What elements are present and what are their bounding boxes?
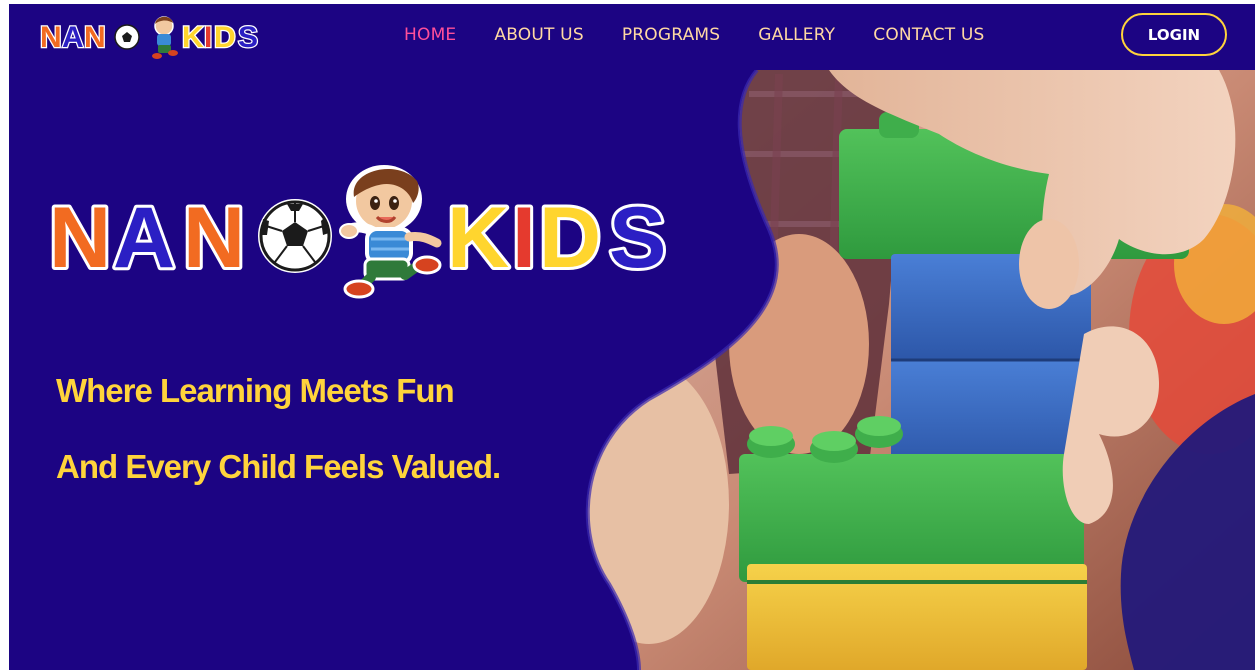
svg-text:A: A xyxy=(113,190,175,286)
svg-text:N: N xyxy=(49,190,111,286)
nav-menu: HOME ABOUT US PROGRAMS GALLERY CONTACT U… xyxy=(404,23,985,47)
svg-text:S: S xyxy=(609,190,666,286)
nav-gallery[interactable]: GALLERY xyxy=(758,25,835,45)
svg-text:A: A xyxy=(62,21,84,54)
svg-text:I: I xyxy=(204,21,212,54)
kid-mascot-icon xyxy=(339,165,442,299)
svg-text:N: N xyxy=(183,190,245,286)
nav-programs[interactable]: PROGRAMS xyxy=(622,25,720,45)
svg-text:N: N xyxy=(84,21,106,54)
page: N A N K I D S HOME ABOUT US PROGRAMS GAL… xyxy=(9,4,1255,670)
login-button[interactable]: LOGIN xyxy=(1121,13,1227,56)
soccer-ball-icon xyxy=(258,199,332,273)
nav-about-us[interactable]: ABOUT US xyxy=(494,25,583,45)
svg-text:S: S xyxy=(238,21,258,54)
navbar: N A N K I D S HOME ABOUT US PROGRAMS GAL… xyxy=(9,4,1255,70)
nav-contact-us[interactable]: CONTACT US xyxy=(873,25,984,45)
svg-text:D: D xyxy=(539,190,601,286)
svg-text:D: D xyxy=(214,21,236,54)
svg-text:K: K xyxy=(182,21,204,54)
nav-home[interactable]: HOME xyxy=(404,25,456,45)
hero-tagline-line-1: Where Learning Meets Fun xyxy=(56,372,455,409)
svg-text:K: K xyxy=(447,190,509,286)
hero-tagline-line-2: And Every Child Feels Valued. xyxy=(56,448,501,485)
hero-logo: N A N K I D S xyxy=(49,165,669,299)
nav-logo[interactable]: N A N K I D S xyxy=(39,9,271,61)
svg-text:I: I xyxy=(512,190,536,286)
hero-photo xyxy=(585,68,1255,670)
svg-text:N: N xyxy=(40,21,62,54)
